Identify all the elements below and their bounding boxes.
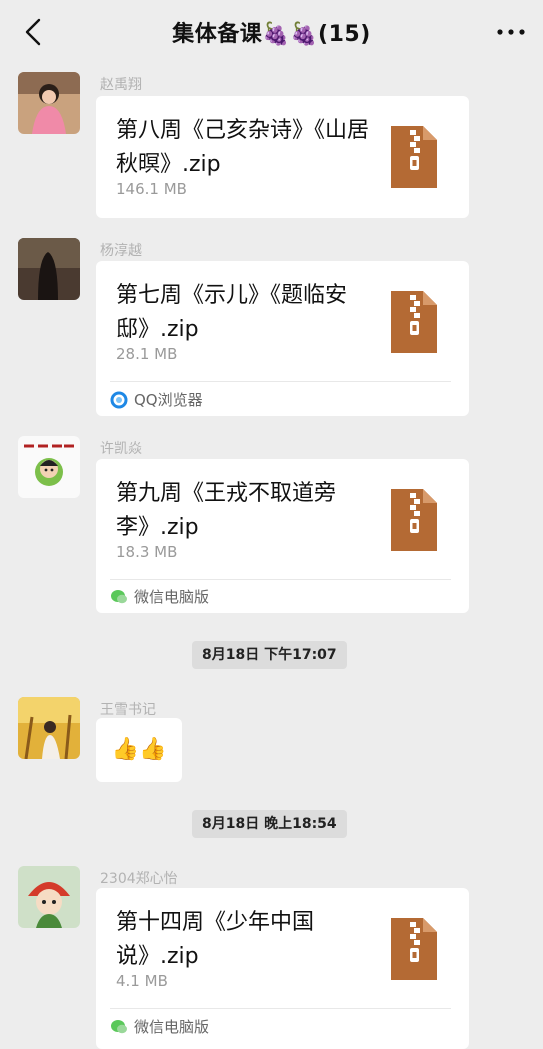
chat-header: 集体备课🍇🍇(15) <box>0 0 543 64</box>
zip-file-icon <box>391 918 437 980</box>
file-message[interactable]: 第八周《己亥杂诗》《山居秋暝》.zip 146.1 MB <box>96 96 469 218</box>
avatar[interactable] <box>18 866 80 928</box>
avatar[interactable] <box>18 697 80 759</box>
file-source: 微信电脑版 <box>110 1016 209 1037</box>
file-source: 微信电脑版 <box>110 586 209 607</box>
qq-browser-icon <box>110 391 128 408</box>
file-source: QQ浏览器 <box>110 389 203 410</box>
wechat-pc-icon <box>111 589 127 603</box>
divider <box>110 381 451 382</box>
file-name: 第七周《示儿》《题临安邸》.zip <box>116 283 348 342</box>
file-source-label: 微信电脑版 <box>134 588 210 606</box>
more-button[interactable] <box>493 16 529 48</box>
zip-file-icon <box>391 126 437 188</box>
divider <box>110 1008 451 1009</box>
avatar[interactable] <box>18 436 80 498</box>
file-name: 第十四周《少年中国说》.zip <box>116 910 315 969</box>
avatar[interactable] <box>18 238 80 300</box>
wechat-pc-icon <box>111 1019 127 1033</box>
file-message[interactable]: 第七周《示儿》《题临安邸》.zip 28.1 MB QQ浏览器 <box>96 261 469 416</box>
file-size: 18.3 MB <box>116 543 178 561</box>
sender-name: 王雪书记 <box>100 702 156 718</box>
zip-file-icon <box>391 291 437 353</box>
zip-file-icon <box>391 489 437 551</box>
file-source-label: 微信电脑版 <box>134 1018 210 1036</box>
timestamp: 8月18日 下午17:07 <box>192 641 347 669</box>
file-source-label: QQ浏览器 <box>134 391 203 409</box>
divider <box>110 579 451 580</box>
more-dots-icon <box>497 29 525 35</box>
sender-name: 许凯焱 <box>100 441 142 457</box>
message-text: 👍👍 <box>111 737 167 762</box>
chat-title: 集体备课🍇🍇(15) <box>172 22 371 47</box>
file-size: 146.1 MB <box>116 180 187 198</box>
timestamp: 8月18日 晚上18:54 <box>192 810 347 838</box>
sender-name: 赵禹翔 <box>100 77 142 93</box>
sender-name: 杨淳越 <box>100 243 142 259</box>
file-name: 第九周《王戎不取道旁李》.zip <box>116 481 337 540</box>
text-message[interactable]: 👍👍 <box>96 718 182 782</box>
file-name: 第八周《己亥杂诗》《山居秋暝》.zip <box>116 118 370 177</box>
file-size: 28.1 MB <box>116 345 178 363</box>
file-message[interactable]: 第九周《王戎不取道旁李》.zip 18.3 MB 微信电脑版 <box>96 459 469 613</box>
file-size: 4.1 MB <box>116 972 168 990</box>
file-message[interactable]: 第十四周《少年中国说》.zip 4.1 MB 微信电脑版 <box>96 888 469 1049</box>
sender-name: 2304郑心怡 <box>100 871 178 887</box>
avatar[interactable] <box>18 72 80 134</box>
